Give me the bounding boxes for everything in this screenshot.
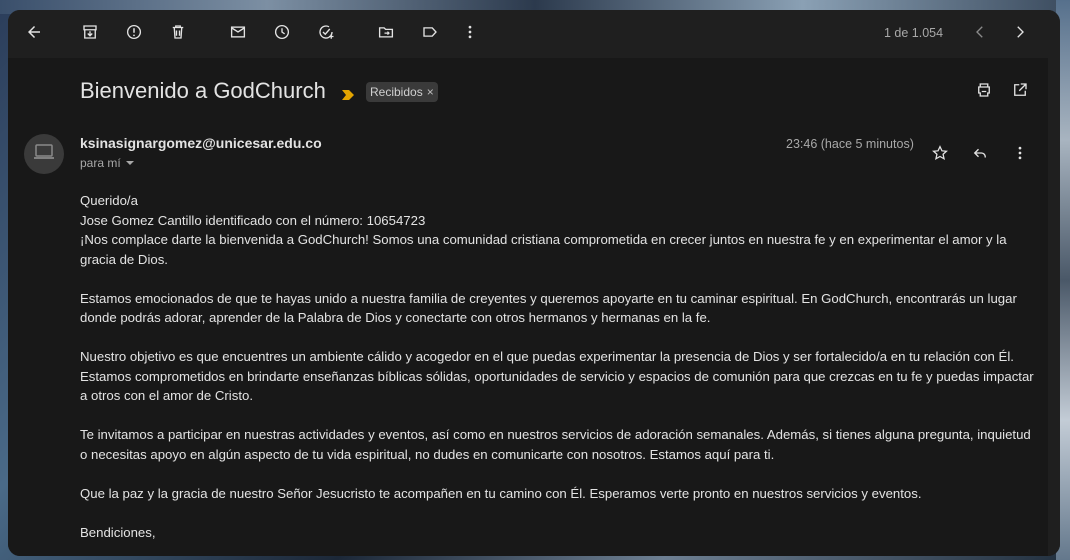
label-chip: Recibidos × <box>366 82 438 102</box>
body-paragraph: ¡Nos complace darte la bienvenida a GodC… <box>80 232 1007 267</box>
message-view: Bienvenido a GodChurch Recibidos × ksina… <box>8 58 1048 556</box>
open-new-window-button[interactable] <box>1010 82 1030 102</box>
labels-button[interactable] <box>418 22 442 46</box>
chevron-left-icon <box>971 23 989 46</box>
print-button[interactable] <box>974 82 994 102</box>
laptop-icon <box>33 143 55 166</box>
reply-button[interactable] <box>970 145 990 165</box>
message-more-button[interactable] <box>1010 145 1030 165</box>
trash-icon <box>169 23 187 46</box>
arrow-left-icon <box>25 23 43 46</box>
importance-marker-icon[interactable] <box>342 87 354 105</box>
email-timestamp: 23:46 (hace 5 minutos) <box>786 137 914 151</box>
delete-button[interactable] <box>166 22 190 46</box>
body-paragraph: Te invitamos a participar en nuestras ac… <box>80 427 1031 462</box>
body-paragraph: Que la paz y la gracia de nuestro Señor … <box>80 485 922 501</box>
move-to-button[interactable] <box>374 22 398 46</box>
star-icon <box>931 144 949 167</box>
add-task-button[interactable] <box>314 22 338 46</box>
more-options-button[interactable] <box>458 22 482 46</box>
body-paragraph: Bendiciones, <box>80 524 156 540</box>
recipient-label: para mí <box>80 156 121 170</box>
mail-window: 1 de 1.054 Bienvenido a GodChurch Recibi… <box>8 10 1060 556</box>
body-paragraph: Nuestro objetivo es que encuentres un am… <box>80 349 1034 403</box>
scrollbar[interactable] <box>1048 58 1060 556</box>
add-task-icon <box>317 23 335 46</box>
more-vert-icon <box>1011 144 1029 167</box>
open-in-new-icon <box>1011 81 1029 104</box>
mark-unread-button[interactable] <box>226 22 250 46</box>
label-icon <box>421 23 439 46</box>
message-counter: 1 de 1.054 <box>884 26 944 40</box>
snooze-button[interactable] <box>270 22 294 46</box>
archive-button[interactable] <box>78 22 102 46</box>
print-icon <box>975 81 993 104</box>
body-paragraph: Jose Gomez Cantillo identificado con el … <box>80 212 426 228</box>
body-paragraph: Querido/a <box>80 193 138 208</box>
body-paragraph: Estamos emocionados de que te hayas unid… <box>80 290 1017 326</box>
email-body: Querido/a Jose Gomez Cantillo identifica… <box>80 191 1035 556</box>
recipient-details-toggle[interactable]: para mí <box>80 156 135 170</box>
toolbar: 1 de 1.054 <box>8 10 1060 58</box>
avatar[interactable] <box>24 134 64 174</box>
mail-icon <box>229 23 247 46</box>
chevron-right-icon <box>1011 23 1029 46</box>
folder-move-icon <box>377 23 395 46</box>
star-button[interactable] <box>930 144 950 167</box>
remove-label-button[interactable]: × <box>427 85 434 99</box>
caret-down-icon <box>125 156 135 170</box>
email-subject: Bienvenido a GodChurch <box>80 78 326 103</box>
report-spam-icon <box>125 23 143 46</box>
archive-icon <box>81 23 99 46</box>
more-vert-icon <box>461 23 479 46</box>
reply-icon <box>971 144 989 167</box>
label-chip-text: Recibidos <box>370 85 423 99</box>
back-button[interactable] <box>22 22 46 46</box>
report-spam-button[interactable] <box>122 22 146 46</box>
sender-address[interactable]: ksinasignargomez@unicesar.edu.co <box>80 135 322 151</box>
newer-button[interactable] <box>968 22 992 46</box>
older-button[interactable] <box>1008 22 1032 46</box>
clock-icon <box>273 23 291 46</box>
